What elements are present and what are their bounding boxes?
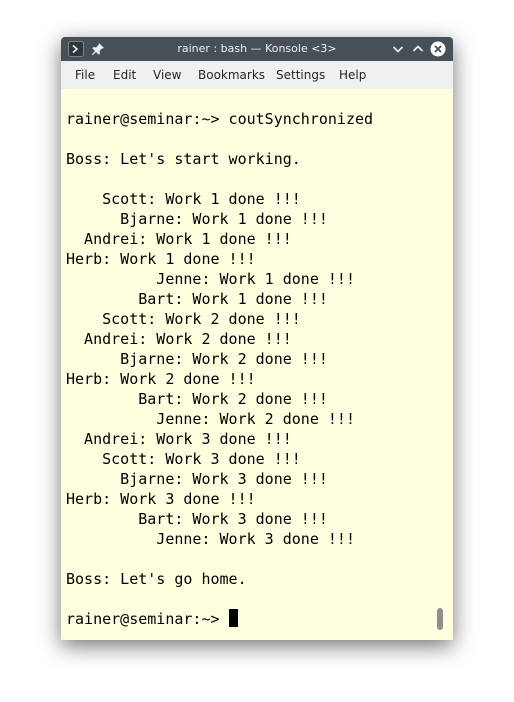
menu-bar: File Edit View Bookmarks Settings Help [61,61,453,89]
terminal-line: Bart: Work 3 done !!! [66,510,328,528]
terminal-line: Scott: Work 2 done !!! [66,310,301,328]
menu-settings[interactable]: Settings [276,61,325,89]
terminal-icon[interactable] [67,37,85,61]
konsole-window: rainer : bash — Konsole <3> File Edit Vi… [61,37,453,640]
chevron-down-icon[interactable] [389,37,407,61]
terminal-line: Andrei: Work 2 done !!! [66,330,292,348]
terminal-view[interactable]: rainer@seminar:~> coutSynchronized Boss:… [61,89,453,640]
menu-bookmarks[interactable]: Bookmarks [198,61,265,89]
terminal-line: rainer@seminar:~> coutSynchronized [66,110,374,128]
prompt-text: rainer@seminar:~> [66,610,229,628]
menu-help[interactable]: Help [339,61,366,89]
terminal-line: Jenne: Work 1 done !!! [66,270,355,288]
terminal-line: Herb: Work 2 done !!! [66,370,256,388]
terminal-line: Herb: Work 1 done !!! [66,250,256,268]
terminal-line: Bjarne: Work 2 done !!! [66,350,328,368]
terminal-cursor [228,609,238,627]
terminal-line: Bart: Work 1 done !!! [66,290,328,308]
menu-edit[interactable]: Edit [113,61,136,89]
terminal-line: Herb: Work 3 done !!! [66,490,256,508]
terminal-line: Andrei: Work 1 done !!! [66,230,292,248]
window-title: rainer : bash — Konsole <3> [177,42,337,55]
terminal-line: Jenne: Work 3 done !!! [66,530,355,548]
terminal-line: Boss: Let's start working. [66,150,301,168]
pin-icon[interactable] [89,37,107,61]
close-icon[interactable] [429,37,447,61]
chevron-up-icon[interactable] [409,37,427,61]
scrollbar-handle[interactable] [437,608,443,630]
title-bar[interactable]: rainer : bash — Konsole <3> [61,37,453,61]
terminal-line: Bjarne: Work 1 done !!! [66,210,328,228]
menu-file[interactable]: File [75,61,95,89]
terminal-line: Jenne: Work 2 done !!! [66,410,355,428]
terminal-line: Boss: Let's go home. [66,570,247,588]
terminal-line: Bjarne: Work 3 done !!! [66,470,328,488]
terminal-prompt-line[interactable]: rainer@seminar:~> [66,609,238,629]
terminal-line: Scott: Work 1 done !!! [66,190,301,208]
terminal-line: Scott: Work 3 done !!! [66,450,301,468]
terminal-line: Andrei: Work 3 done !!! [66,430,292,448]
terminal-line: Bart: Work 2 done !!! [66,390,328,408]
menu-view[interactable]: View [153,61,181,89]
